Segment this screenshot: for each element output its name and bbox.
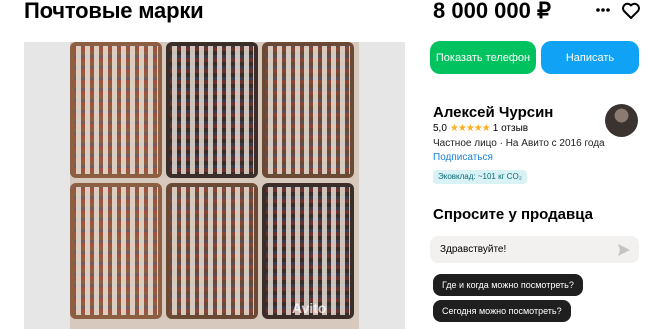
write-message-button[interactable]: Написать: [541, 41, 639, 74]
avito-watermark: Avito: [292, 300, 327, 316]
ask-seller-title: Спросите у продавца: [433, 206, 593, 223]
gallery-edge-right: [359, 42, 405, 329]
message-input[interactable]: Здравствуйте!: [430, 236, 639, 263]
avatar[interactable]: [605, 104, 638, 137]
quick-question-button[interactable]: Где и когда можно посмотреть?: [433, 274, 583, 296]
photo-gallery[interactable]: [24, 42, 405, 329]
stamp-photo: [70, 42, 162, 178]
stamp-photo: [166, 183, 258, 319]
quick-question-button[interactable]: Сегодня можно посмотреть?: [433, 300, 571, 322]
more-vertical-icon[interactable]: [592, 0, 614, 22]
listing-price: 8 000 000 ₽: [433, 0, 551, 23]
reviews-count: 1 отзыв: [492, 123, 529, 134]
stamp-photo: [166, 42, 258, 178]
stamp-photo: [262, 183, 354, 319]
seller-name[interactable]: Алексей Чурсин: [433, 104, 553, 121]
heart-icon[interactable]: [620, 0, 642, 22]
eco-badge[interactable]: Эковклад: ~101 кг CO₂: [433, 170, 527, 184]
seller-meta: Частное лицо · На Авито с 2016 года: [433, 138, 605, 149]
send-icon[interactable]: [617, 243, 631, 257]
seller-rating[interactable]: 5,0 ★★★★★ 1 отзыв: [433, 123, 528, 134]
subscribe-link[interactable]: Подписаться: [433, 152, 493, 163]
gallery-edge-left: [24, 42, 70, 329]
stamp-photo: [262, 42, 354, 178]
rating-value: 5,0: [433, 123, 447, 134]
stamp-photo: [70, 183, 162, 319]
show-phone-button[interactable]: Показать телефон: [430, 41, 536, 74]
listing-title: Почтовые марки: [24, 0, 204, 23]
rating-stars: ★★★★★: [449, 123, 491, 134]
